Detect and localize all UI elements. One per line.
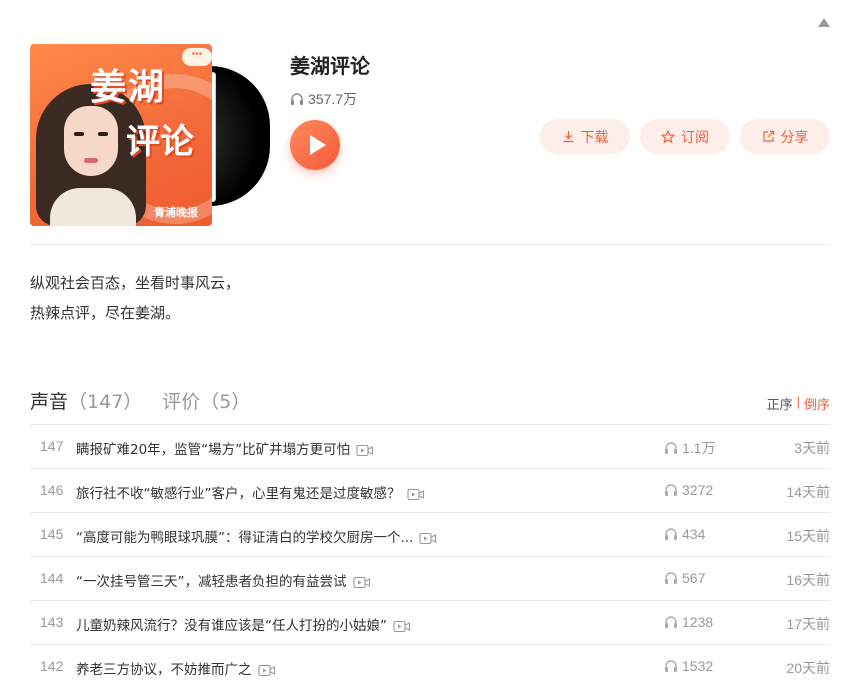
content-tabs: 声音（147） 评价（5） — [30, 387, 250, 414]
headphones-icon — [665, 660, 677, 672]
headphones-icon — [665, 572, 677, 584]
collapse-arrow-icon[interactable] — [818, 18, 830, 27]
track-row[interactable]: 143 儿童奶辣风流行？没有谁应该是“任人打扮的小姑娘” 1238 17天前 — [30, 600, 830, 644]
track-row[interactable]: 145 “高度可能为鸭眼球巩膜”：得证清白的学校欠厨房一个... 434 15天前 — [30, 512, 830, 556]
sort-toggle: 正序 | 倒序 — [767, 394, 830, 413]
header-divider — [30, 244, 830, 245]
track-title-link[interactable]: 养老三方协议，不妨推而广之 — [76, 658, 276, 678]
track-date: 16天前 — [786, 572, 830, 588]
track-play-count: 434 — [664, 526, 705, 542]
track-date: 15天前 — [786, 528, 830, 544]
sort-asc-button[interactable]: 正序 — [767, 394, 793, 413]
description-line: 纵观社会百态，坐看时事风云， — [30, 274, 241, 292]
track-title: “高度可能为鸭眼球巩膜”：得证清白的学校欠厨房一个... — [76, 530, 414, 546]
tab-sounds[interactable]: 声音（147） — [30, 387, 142, 414]
track-row[interactable]: 146 旅行社不收“敏感行业”客户，心里有鬼还是过度敏感？ 3272 14天前 — [30, 468, 830, 512]
tab-sounds-label: 声音 — [30, 391, 69, 413]
album-description: 纵观社会百态，坐看时事风云， 热辣点评，尽在姜湖。 — [30, 268, 240, 328]
video-icon — [257, 664, 275, 676]
tab-reviews-label: 评价 — [162, 391, 201, 413]
track-date: 20天前 — [786, 660, 830, 676]
track-plays: 434 — [682, 526, 706, 542]
track-title: 旅行社不收“敏感行业”客户，心里有鬼还是过度敏感？ — [76, 486, 401, 502]
track-plays: 567 — [682, 570, 706, 586]
subscribe-label: 订阅 — [681, 128, 709, 145]
cover-title-line2: 评论 — [126, 122, 194, 162]
track-title-link[interactable]: 旅行社不收“敏感行业”客户，心里有鬼还是过度敏感？ — [76, 482, 425, 502]
tab-reviews[interactable]: 评价（5） — [162, 387, 250, 414]
track-index: 146 — [40, 482, 64, 498]
track-title-link[interactable]: “一次挂号管三天”，减轻患者负担的有益尝试 — [76, 570, 371, 590]
track-date: 14天前 — [786, 484, 830, 500]
track-play-count: 1238 — [664, 614, 713, 630]
video-icon — [356, 444, 374, 456]
album-cover-wrapper: ••• 姜湖 评论 青浦晚报 — [30, 44, 270, 226]
track-title-link[interactable]: “高度可能为鸭眼球巩膜”：得证清白的学校欠厨房一个... — [76, 526, 437, 546]
play-icon — [310, 135, 326, 155]
chat-bubble-icon: ••• — [182, 48, 212, 66]
track-plays: 1.1万 — [682, 440, 716, 456]
headphones-icon — [665, 616, 677, 628]
video-icon — [393, 620, 411, 632]
download-icon — [563, 131, 573, 143]
track-index: 147 — [40, 438, 64, 454]
track-row[interactable]: 144 “一次挂号管三天”，减轻患者负担的有益尝试 567 16天前 — [30, 556, 830, 600]
track-plays: 1532 — [682, 658, 714, 674]
cover-title-line1: 姜湖 — [90, 67, 167, 108]
track-index: 142 — [40, 658, 64, 674]
track-row[interactable]: 142 养老三方协议，不妨推而广之 1532 20天前 — [30, 644, 830, 687]
track-title: “一次挂号管三天”，减轻患者负担的有益尝试 — [76, 574, 347, 590]
track-play-count: 1532 — [664, 658, 713, 674]
share-button[interactable]: 分享 — [740, 119, 830, 154]
track-play-count: 3272 — [664, 482, 713, 498]
track-plays: 1238 — [682, 614, 714, 630]
headphones-icon — [665, 528, 677, 540]
video-icon — [352, 576, 370, 588]
track-title: 瞒报矿难20年，监管“場方”比矿井塌方更可怕 — [76, 442, 351, 458]
track-title-link[interactable]: 儿童奶辣风流行？没有谁应该是“任人打扮的小姑娘” — [76, 614, 411, 634]
album-play-count: 357.7万 — [290, 89, 357, 109]
track-play-count: 567 — [664, 570, 705, 586]
album-title: 姜湖评论 — [290, 54, 370, 78]
track-title: 养老三方协议，不妨推而广之 — [76, 662, 252, 678]
headphones-icon — [665, 484, 677, 496]
description-line: 热辣点评，尽在姜湖。 — [30, 304, 181, 322]
track-title-link[interactable]: 瞒报矿难20年，监管“場方”比矿井塌方更可怕 — [76, 438, 374, 458]
star-icon — [661, 129, 675, 143]
play-button[interactable] — [290, 120, 340, 170]
download-button[interactable]: 下载 — [540, 119, 630, 154]
play-count-value: 357.7万 — [308, 91, 358, 107]
headphones-icon — [291, 93, 303, 105]
tab-sounds-count: （147） — [68, 391, 143, 413]
track-date: 17天前 — [786, 616, 830, 632]
headphones-icon — [665, 442, 677, 454]
video-icon — [406, 488, 424, 500]
download-label: 下载 — [580, 128, 609, 145]
track-index: 144 — [40, 570, 64, 586]
track-date: 3天前 — [794, 440, 830, 456]
track-title: 儿童奶辣风流行？没有谁应该是“任人打扮的小姑娘” — [76, 618, 387, 634]
subscribe-button[interactable]: 订阅 — [640, 119, 730, 154]
cover-logo: 青浦晚报 — [154, 207, 198, 219]
share-icon — [762, 130, 774, 142]
share-label: 分享 — [780, 128, 809, 145]
track-play-count: 1.1万 — [664, 438, 715, 458]
track-index: 143 — [40, 614, 64, 630]
sort-desc-button[interactable]: 倒序 — [804, 394, 830, 413]
track-list: 147 瞒报矿难20年，监管“場方”比矿井塌方更可怕 1.1万 3天前 146 旅行社不收… — [30, 424, 830, 687]
tab-reviews-count: （5） — [200, 391, 251, 413]
track-plays: 3272 — [682, 482, 714, 498]
sort-separator: | — [796, 394, 800, 409]
video-icon — [419, 532, 437, 544]
track-row[interactable]: 147 瞒报矿难20年，监管“場方”比矿井塌方更可怕 1.1万 3天前 — [30, 424, 830, 468]
album-cover[interactable]: ••• 姜湖 评论 青浦晚报 — [30, 44, 212, 226]
track-index: 145 — [40, 526, 64, 542]
